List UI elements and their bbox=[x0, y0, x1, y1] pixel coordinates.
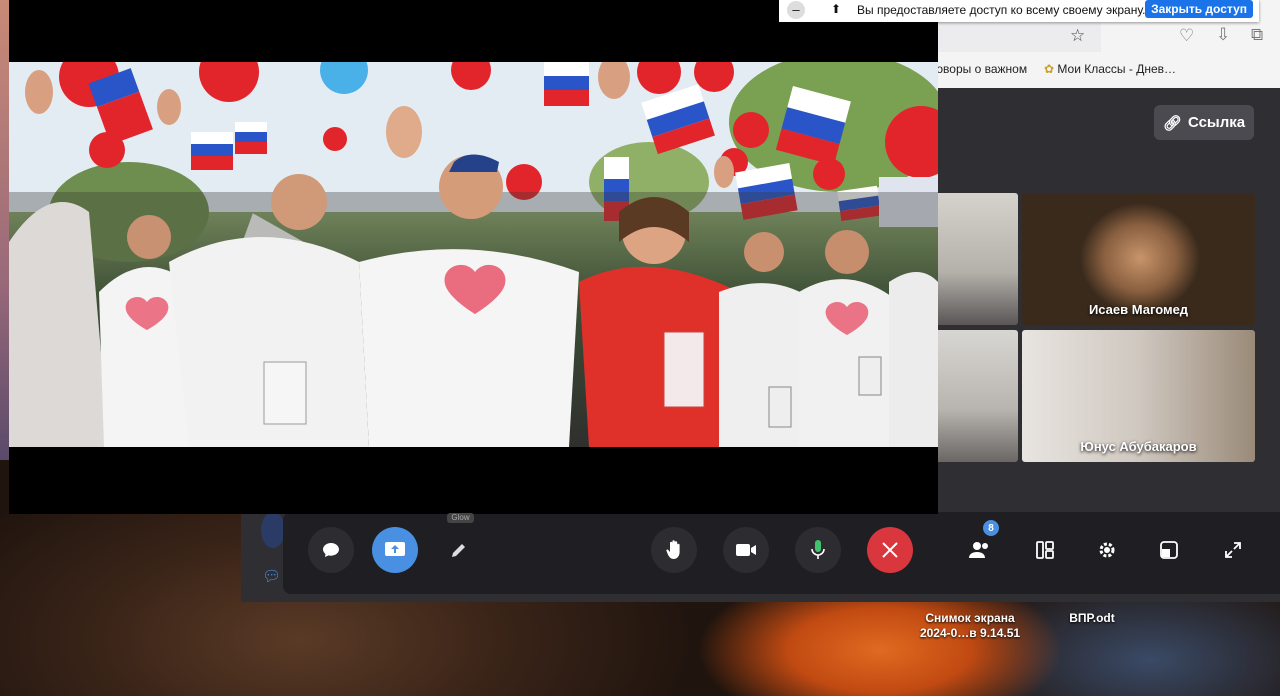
shared-video-player[interactable] bbox=[9, 0, 938, 514]
video-frame bbox=[9, 62, 938, 447]
desktop-icon-label: ВПР.odt bbox=[1069, 611, 1115, 625]
desktop-icon-label: Снимок экрана bbox=[925, 611, 1015, 625]
bookmark-item[interactable]: товоры о важном bbox=[931, 62, 1027, 76]
participant-count-badge: 8 bbox=[983, 520, 999, 536]
end-call-icon bbox=[882, 542, 898, 558]
layout-button[interactable] bbox=[1022, 527, 1068, 573]
copy-link-button[interactable]: 🔗︎ Ссылка bbox=[1154, 105, 1254, 140]
fullscreen-button[interactable] bbox=[1210, 527, 1256, 573]
draw-button[interactable] bbox=[436, 527, 482, 573]
share-icon: ⬆︎ bbox=[831, 2, 842, 16]
minimize-icon[interactable]: – bbox=[787, 1, 805, 19]
bookmark-item[interactable]: ✿ Мои Классы - Днев… bbox=[1044, 62, 1176, 76]
participant-name: Юнус Абубакаров bbox=[1080, 439, 1197, 454]
extensions-icon[interactable]: ⧉ bbox=[1251, 25, 1263, 45]
message-icon[interactable]: 💬︎ bbox=[262, 567, 281, 585]
chat-icon bbox=[323, 543, 339, 557]
screen-share-icon bbox=[385, 542, 405, 556]
bookmark-favicon-icon: ✿ bbox=[1044, 62, 1058, 76]
participant-name: Исаев Магомед bbox=[1088, 302, 1189, 317]
microphone-button[interactable] bbox=[795, 527, 841, 573]
raise-hand-button[interactable] bbox=[651, 527, 697, 573]
bookmark-label: Мои Классы - Днев… bbox=[1057, 62, 1176, 76]
raise-hand-icon bbox=[666, 540, 680, 559]
settings-icon bbox=[1099, 542, 1115, 558]
participants-icon bbox=[969, 542, 988, 558]
camera-icon bbox=[736, 544, 756, 556]
screen-share-button[interactable] bbox=[372, 527, 418, 573]
share-notice-text: Вы предоставляете доступ ко всему своему… bbox=[857, 3, 1146, 17]
star-icon[interactable]: ☆ bbox=[1070, 26, 1085, 46]
toolbar-tooltip: Glow bbox=[447, 513, 474, 523]
end-call-button[interactable] bbox=[867, 527, 913, 573]
avatar bbox=[261, 512, 285, 548]
desktop-icon-screenshot[interactable]: Снимок экрана 2024-0…в 9.14.51 bbox=[905, 611, 1035, 641]
pen-icon bbox=[452, 544, 465, 557]
camera-button[interactable] bbox=[723, 527, 769, 573]
layout-icon bbox=[1036, 541, 1054, 559]
stop-sharing-button[interactable]: Закрыть доступ bbox=[1145, 0, 1253, 18]
fullscreen-icon bbox=[1225, 542, 1241, 558]
chat-button[interactable] bbox=[308, 527, 354, 573]
pip-icon bbox=[1160, 541, 1178, 559]
participant-tile[interactable]: Юнус Абубакаров bbox=[1022, 330, 1255, 462]
settings-button[interactable] bbox=[1084, 527, 1130, 573]
desktop-icon-document[interactable]: ВПР.odt bbox=[1052, 611, 1132, 626]
link-icon: 🔗︎ bbox=[1162, 114, 1182, 132]
microphone-icon bbox=[811, 540, 825, 559]
screen-share-notification: – ⬆︎ Вы предоставляете доступ ко всему с… bbox=[779, 0, 1259, 22]
desktop-icon-label: 2024-0…в 9.14.51 bbox=[919, 626, 1021, 640]
participant-tile[interactable]: Исаев Магомед bbox=[1022, 193, 1255, 325]
download-icon[interactable]: ⇩ bbox=[1216, 25, 1230, 45]
parade-scene-image bbox=[9, 62, 938, 447]
call-toolbar: 8 bbox=[283, 512, 1280, 594]
pip-button[interactable] bbox=[1146, 527, 1192, 573]
pocket-icon[interactable]: ♡ bbox=[1179, 26, 1194, 46]
copy-link-label: Ссылка bbox=[1187, 114, 1246, 131]
